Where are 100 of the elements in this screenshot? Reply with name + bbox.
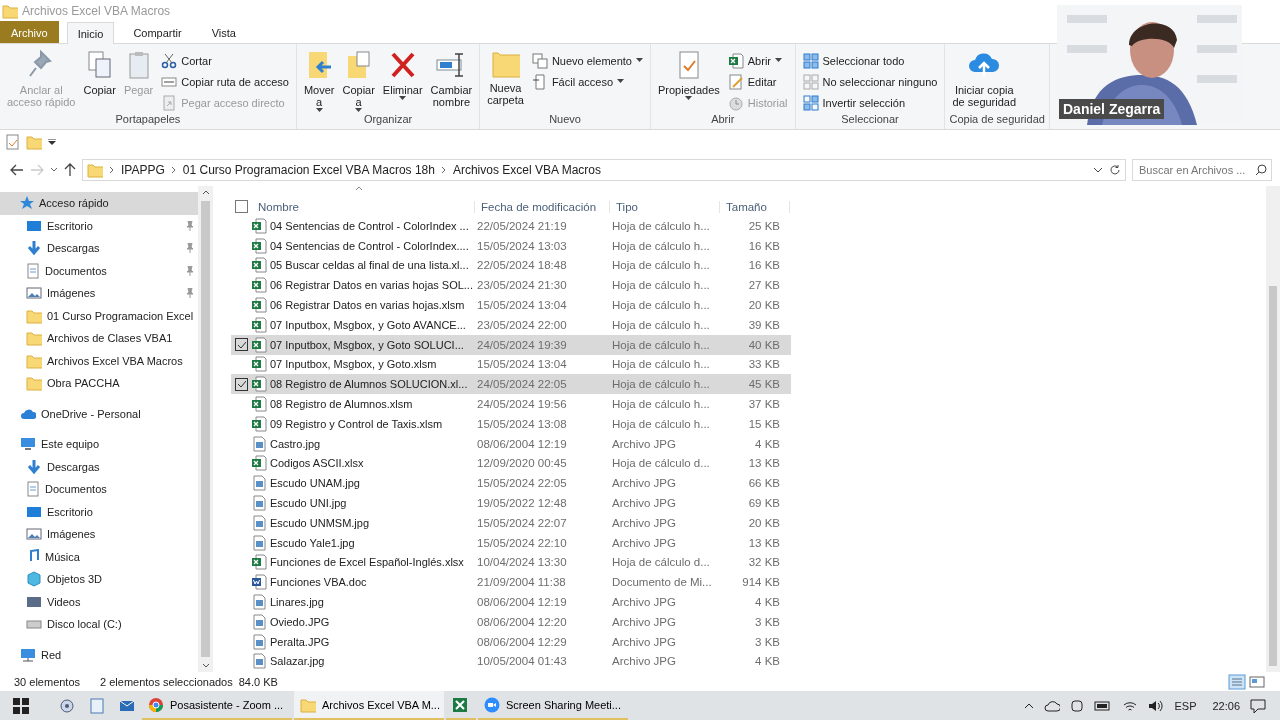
sidebar-item[interactable]: Imágenes	[0, 282, 198, 305]
taskbar-app[interactable]: Archivos Excel VBA M...	[294, 691, 444, 720]
sidebar-item[interactable]: Objetos 3D	[0, 568, 198, 591]
file-row[interactable]: 06 Registrar Datos en varias hojas.xlsm 15/05/2024 13:04 Hoja de cálculo h... 20 KB	[231, 295, 791, 315]
ribbon-button[interactable]: Editar	[724, 71, 791, 92]
ribbon-button[interactable]: Iniciar copia de seguridad	[949, 46, 1020, 113]
file-row[interactable]: Escudo UNAM.jpg 15/05/2024 22:05 Archivo JPG 66 KB	[231, 473, 791, 494]
notification-icon	[1250, 697, 1266, 714]
ribbon-button[interactable]: Cambiar nombre	[427, 46, 476, 113]
file-row[interactable]: 04 Sentencias de Control - ColorIndex ... 22/05/2024 21:19 Hoja de cálculo h... 25 KB	[231, 216, 791, 236]
clock[interactable]: 22:06	[1212, 699, 1240, 712]
file-row[interactable]: 05 Buscar celdas al final de una lista.xl... 22/05/2024 18:48 Hoja de cálculo h... 16 KB	[231, 255, 791, 276]
new-item-icon	[531, 52, 548, 69]
file-row[interactable]: Escudo UNMSM.jpg 15/05/2024 22:07 Archivo JPG 20 KB	[231, 512, 791, 533]
sidebar-item[interactable]: Documentos	[0, 478, 198, 501]
image-file-icon	[251, 475, 267, 492]
sidebar-item[interactable]: Disco local (C:)	[0, 613, 198, 636]
column-header[interactable]: Fecha de modificación	[475, 201, 610, 213]
file-row[interactable]: 07 Inputbox, Msgbox, y Goto SOLUCI... 24/05/2024 19:39 Hoja de cálculo h... 40 KB	[231, 334, 791, 355]
pin-icon	[185, 265, 194, 276]
sidebar-item[interactable]: Archivos Excel VBA Macros	[0, 349, 198, 372]
sidebar-item[interactable]: Documentos	[0, 259, 198, 282]
file-row[interactable]: Castro.jpg 08/06/2004 12:19 Archivo JPG 4 KB	[231, 433, 791, 454]
file-row[interactable]: 09 Registro y Control de Taxis.xlsm 15/05/2024 13:08 Hoja de cálculo h... 15 KB	[231, 413, 791, 434]
sidebar-item[interactable]: Descargas	[0, 455, 198, 478]
sidebar-item[interactable]: Archivos de Clases VBA1	[0, 327, 198, 350]
ribbon-tab[interactable]: Archivo	[0, 21, 59, 43]
back-icon	[10, 164, 24, 176]
file-row[interactable]: Codigos ASCII.xlsx 12/09/2020 00:45 Hoja de cálculo d... 13 KB	[231, 453, 791, 474]
file-row[interactable]: 07 Inputbox, Msgbox, y Goto AVANCE... 23/05/2024 22:00 Hoja de cálculo h... 39 KB	[231, 315, 791, 335]
file-name: 06 Registrar Datos en varias hojas.xlsm	[270, 299, 465, 312]
taskbar-app[interactable]: Screen Sharing Meeti...	[478, 691, 628, 720]
file-row[interactable]: Oviedo.JPG 08/06/2004 12:20 Archivo JPG 3 KB	[231, 611, 791, 632]
image-file-icon	[251, 514, 267, 531]
scrollbar-thumb[interactable]	[1269, 286, 1277, 666]
selection-count: 2 elementos seleccionados	[100, 675, 233, 688]
cube-icon	[26, 571, 42, 588]
file-row[interactable]: 04 Sentencias de Control - ColorIndex.... 15/05/2024 13:03 Hoja de cálculo h... 16 KB	[231, 235, 791, 256]
scrollbar-thumb[interactable]	[201, 201, 210, 657]
file-row[interactable]: 06 Registrar Datos en varias hojas SOL... 23/05/2024 21:30 Hoja de cálculo h... 27 KB	[231, 275, 791, 296]
sidebar-item[interactable]: Escritorio	[0, 500, 198, 523]
file-row[interactable]: Funciones de Excel Español-Inglés.xlsx 10/04/2024 13:30 Hoja de cálculo d... 32 KB	[231, 552, 791, 573]
search-field[interactable]: Buscar en Archivos ...	[1132, 159, 1272, 181]
file-row[interactable]: Peralta.JPG 08/06/2004 12:29 Archivo JPG 3 KB	[231, 631, 791, 652]
sidebar-item[interactable]: Obra PACCHA	[0, 372, 198, 395]
ribbon-button[interactable]: Copiar	[80, 46, 119, 113]
breadcrumb[interactable]: IPAPPG	[121, 163, 165, 177]
taskbar-app[interactable]: Posasistente - Zoom ...	[142, 691, 292, 720]
column-header[interactable]: Tipo	[610, 201, 720, 213]
file-name: Funciones de Excel Español-Inglés.xlsx	[270, 556, 464, 569]
file-row[interactable]: Linares.jpg 08/06/2004 12:19 Archivo JPG 4 KB	[231, 592, 791, 612]
ribbon-button[interactable]: Propiedades	[655, 46, 723, 113]
column-header[interactable]: Tamaño	[720, 201, 790, 213]
ribbon-button[interactable]: Nuevo elemento	[528, 50, 646, 71]
ribbon-button[interactable]: Nueva carpeta	[484, 46, 527, 113]
address-bar[interactable]: IPAPPG 01 Curso Programacion Excel VBA Macros 18h Archivos Excel VBA Macros	[82, 159, 1126, 181]
language-indicator[interactable]: ESP	[1174, 699, 1197, 712]
spreadsheet-icon	[251, 415, 267, 432]
ribbon-button[interactable]: Copiar a	[339, 46, 378, 113]
file-row[interactable]: 07 Inputbox, Msgbox, y Goto.xlsm 15/05/2024 13:04 Hoja de cálculo h... 33 KB	[231, 354, 791, 375]
ribbon-button[interactable]: Eliminar	[379, 46, 426, 113]
sidebar-item[interactable]: 01 Curso Programacion Excel	[0, 304, 198, 327]
group-label: Copia de seguridad	[949, 113, 1045, 127]
file-row[interactable]: Escudo Yale1.jpg 15/05/2024 22:10 Archivo JPG 13 KB	[231, 532, 791, 553]
sidebar-item[interactable]: Imágenes	[0, 523, 198, 546]
ribbon-button[interactable]: Cortar	[158, 50, 292, 71]
ribbon-button[interactable]: No seleccionar ninguno	[799, 71, 941, 92]
ribbon-button[interactable]: Abrir	[724, 50, 791, 71]
sidebar-item[interactable]: Red	[0, 643, 198, 666]
ribbon-button[interactable]: Seleccionar todo	[799, 50, 941, 71]
folder-icon	[87, 162, 103, 178]
sidebar-item[interactable]: Música	[0, 545, 198, 568]
sidebar-item[interactable]: Videos	[0, 590, 198, 613]
file-row[interactable]: 08 Registro de Alumnos SOLUCION.xl... 24/05/2024 22:05 Hoja de cálculo h... 45 KB	[231, 374, 791, 395]
sidebar-item[interactable]: Escritorio	[0, 214, 198, 237]
sidebar-item[interactable]: OneDrive - Personal	[0, 402, 198, 425]
ribbon-button[interactable]: Invertir selección	[799, 92, 941, 113]
sidebar-item[interactable]: Acceso rápido	[0, 192, 198, 215]
file-row[interactable]: Salazar.jpg 10/05/2004 01:43 Archivo JPG 4 KB	[231, 651, 791, 672]
breadcrumb[interactable]: 01 Curso Programacion Excel VBA Macros 18h	[182, 163, 435, 177]
breadcrumb[interactable]: Archivos Excel VBA Macros	[452, 163, 601, 177]
ribbon-button[interactable]: Mover a	[300, 46, 338, 113]
file-name: Escudo Yale1.jpg	[270, 536, 355, 549]
ribbon-tab[interactable]: Compartir	[122, 21, 193, 43]
ribbon-button[interactable]: Fácil acceso	[528, 71, 646, 92]
caret-icon	[315, 108, 323, 113]
file-row[interactable]: 08 Registro de Alumnos.xlsm 24/05/2024 19:56 Hoja de cálculo h... 37 KB	[231, 394, 791, 414]
sidebar-item[interactable]: Descargas	[0, 237, 198, 260]
sidebar-item[interactable]: Este equipo	[0, 433, 198, 456]
file-row[interactable]: Funciones VBA.doc 21/09/2004 11:38 Documento de Mi... 914 KB	[231, 572, 791, 593]
properties-icon	[6, 134, 20, 150]
file-row[interactable]: Escudo UNI.jpg 19/05/2022 12:48 Archivo JPG 69 KB	[231, 493, 791, 513]
image-file-icon	[251, 435, 267, 452]
ribbon-tab[interactable]: Vista	[200, 21, 247, 43]
date-cell-text: 19/05/2022 12:48	[476, 497, 568, 510]
ribbon-tab[interactable]: Inicio	[66, 22, 115, 44]
select-all-checkbox[interactable]	[235, 200, 248, 213]
folder-icon	[26, 352, 42, 369]
column-header[interactable]: Nombre	[252, 201, 475, 213]
ribbon-button[interactable]: Copiar ruta de acceso	[158, 71, 292, 92]
